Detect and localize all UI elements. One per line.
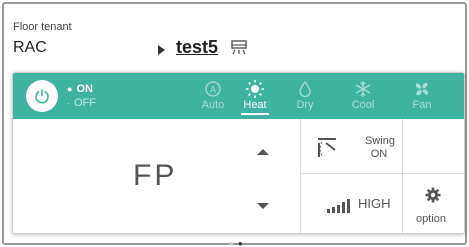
fan-speed-icon	[327, 199, 350, 213]
swing-button[interactable]: Swing ON	[301, 119, 402, 173]
page-indicator: ●●	[229, 239, 247, 247]
control-card: ● ON · OFF A Auto Heat Dry Cool Fan FP S…	[12, 72, 465, 234]
control-body: FP Swing ON HIGH option	[13, 119, 464, 233]
mode-auto[interactable]: A Auto	[193, 79, 233, 111]
mode-auto-label: Auto	[201, 99, 225, 111]
temp-down-button[interactable]	[257, 203, 269, 209]
option-label: option	[416, 213, 446, 225]
droplet-icon	[299, 80, 311, 98]
temp-up-button[interactable]	[257, 149, 269, 155]
temperature-display: FP	[133, 159, 178, 192]
power-button[interactable]	[26, 80, 58, 112]
swing-icon	[318, 138, 336, 157]
mode-fan[interactable]: Fan	[402, 79, 442, 111]
mode-dry[interactable]: Dry	[285, 79, 325, 111]
mode-heat-label: Heat	[241, 99, 269, 115]
gear-icon	[425, 187, 441, 203]
power-state: ● ON · OFF	[67, 82, 96, 110]
mode-cool[interactable]: Cool	[343, 79, 383, 111]
power-icon	[35, 89, 49, 104]
fan-speed-button[interactable]: HIGH	[301, 174, 402, 233]
off-label: OFF	[74, 97, 96, 109]
mode-fan-label: Fan	[412, 99, 432, 111]
on-label: ON	[76, 83, 93, 95]
mode-toolbar: ● ON · OFF A Auto Heat Dry Cool Fan	[13, 73, 464, 119]
mode-cool-label: Cool	[351, 99, 375, 111]
fan-icon	[415, 82, 429, 96]
mode-heat[interactable]: Heat	[235, 79, 275, 115]
floor-label: Floor tenant	[13, 21, 72, 33]
swing-state: ON	[370, 148, 388, 160]
sun-icon	[246, 80, 264, 98]
swing-label: Swing	[365, 135, 395, 147]
off-indicator[interactable]: · OFF	[67, 96, 96, 110]
unit-name-link[interactable]: test5	[176, 37, 218, 58]
fan-speed-label: HIGH	[358, 196, 391, 211]
page-dot[interactable]: ●	[229, 239, 238, 247]
tenant-name: RAC	[13, 39, 47, 56]
on-indicator[interactable]: ● ON	[67, 82, 96, 96]
swing-text: Swing ON	[365, 135, 395, 161]
play-icon[interactable]	[158, 45, 165, 55]
svg-text:A: A	[210, 85, 216, 95]
mode-dry-label: Dry	[296, 99, 314, 111]
option-button[interactable]: option	[403, 174, 464, 233]
indoor-unit-icon	[231, 40, 247, 55]
page-dot-active[interactable]: ●	[238, 239, 247, 247]
snowflake-icon	[355, 81, 371, 97]
auto-icon: A	[205, 81, 221, 97]
